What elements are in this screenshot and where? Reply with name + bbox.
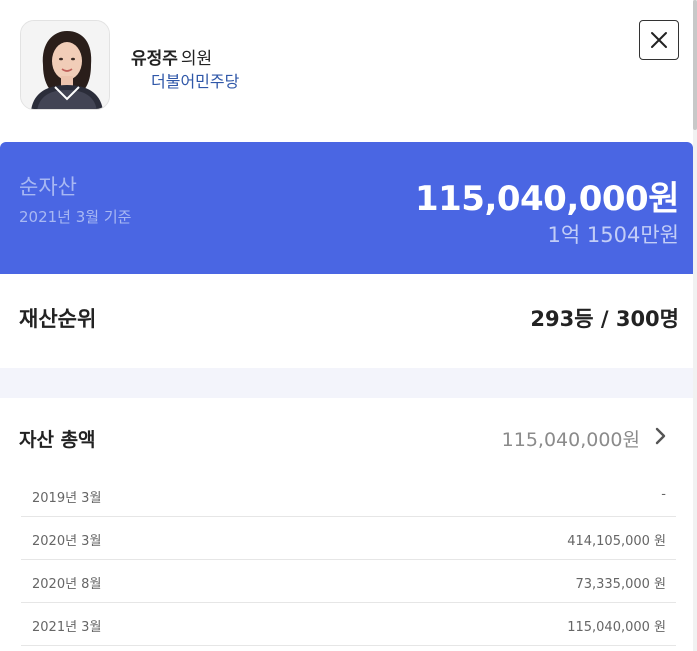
avatar — [20, 20, 110, 110]
net-asset-label: 순자산 — [19, 175, 77, 199]
net-asset-date: 2021년 3월 기준 — [19, 208, 132, 226]
asset-history-table: 2019년 3월 - 2020년 3월 414,105,000 원 2020년 … — [21, 474, 676, 646]
party-name: 더불어민주당 — [151, 72, 240, 91]
row-date: 2021년 3월 — [32, 620, 102, 635]
ranking-value: 293등 / 300명 — [530, 307, 679, 331]
member-title: 의원 — [180, 49, 213, 69]
total-assets-label: 자산 총액 — [19, 429, 96, 451]
close-icon — [651, 32, 667, 48]
row-amount: 414,105,000 원 — [567, 534, 666, 549]
profile-header: 유정주 의원 더불어민주당 — [0, 0, 693, 142]
close-button[interactable] — [639, 20, 679, 60]
row-amount: 115,040,000 원 — [567, 620, 666, 635]
row-amount: - — [661, 487, 666, 502]
asset-detail-page: 유정주 의원 더불어민주당 순자산 2021년 3월 기준 115,040,000… — [0, 0, 697, 651]
ranking-label: 재산순위 — [19, 307, 97, 331]
total-assets-value[interactable]: 115,040,000원 — [502, 425, 640, 452]
scrollbar[interactable] — [693, 0, 697, 651]
member-name: 유정주 — [131, 49, 178, 69]
row-amount: 73,335,000 원 — [575, 577, 666, 592]
table-row: 2020년 3월 414,105,000 원 — [21, 517, 676, 560]
row-date: 2020년 3월 — [32, 534, 102, 549]
row-date: 2019년 3월 — [32, 491, 102, 506]
table-row: 2021년 3월 115,040,000 원 — [21, 603, 676, 646]
row-date: 2020년 8월 — [32, 577, 102, 592]
scrollbar-thumb[interactable] — [693, 0, 697, 130]
chevron-right-icon[interactable] — [652, 426, 670, 446]
net-asset-amount-korean: 1억 1504만원 — [547, 223, 679, 247]
table-row: 2019년 3월 - — [21, 474, 676, 517]
avatar-portrait — [21, 21, 109, 109]
net-asset-amount: 115,040,000원 — [414, 179, 680, 219]
member-name-line: 유정주 의원 — [131, 44, 212, 69]
section-divider — [0, 368, 693, 398]
table-row: 2020년 8월 73,335,000 원 — [21, 560, 676, 603]
